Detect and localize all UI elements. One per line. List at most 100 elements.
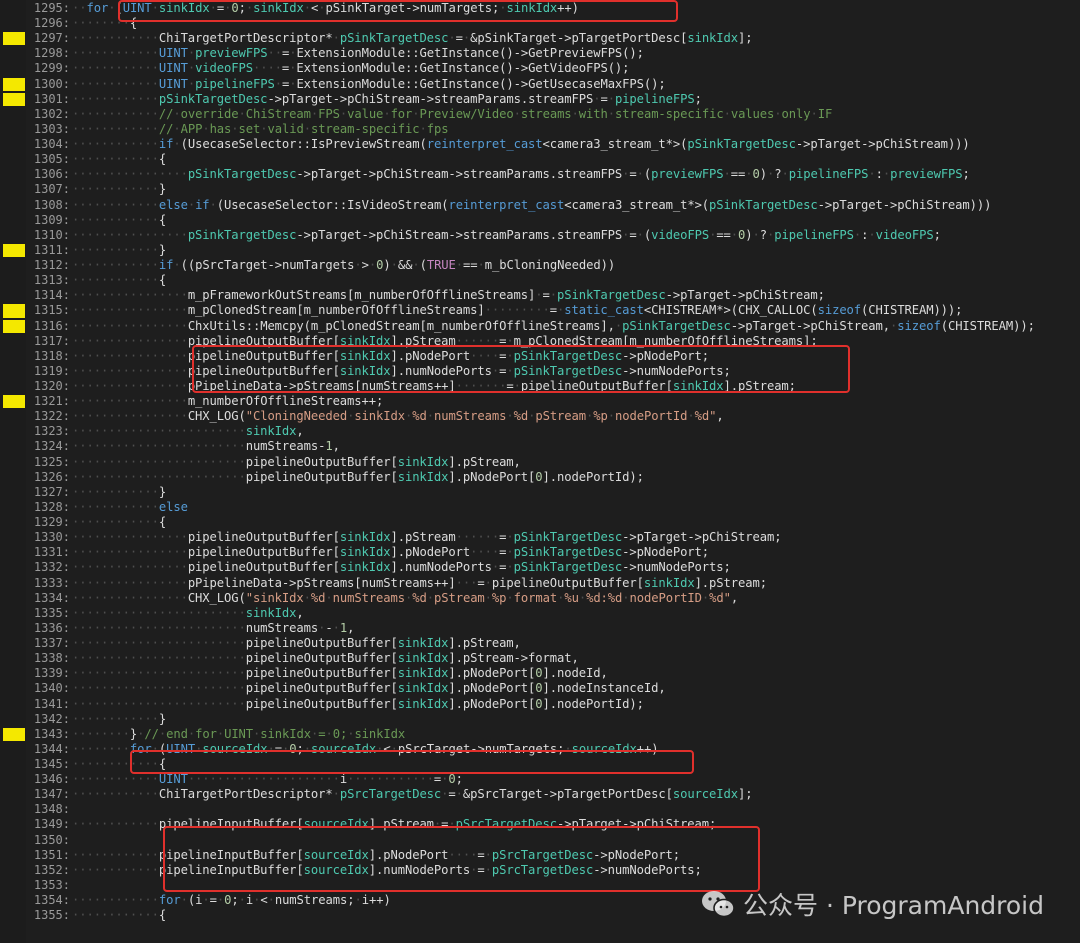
code-line[interactable]: ················CHX_LOG("CloningNeeded·s…	[72, 409, 724, 424]
line-number: 1302:	[33, 106, 70, 121]
line-number: 1301:	[33, 91, 70, 106]
code-line[interactable]: ············ChiTargetPortDescriptor*·pSr…	[72, 787, 753, 802]
line-number: 1331:	[33, 545, 70, 560]
highlight-for-sinkidx	[118, 0, 678, 22]
line-number: 1351:	[33, 847, 70, 862]
change-marker-gutter	[0, 0, 26, 943]
line-number: 1309:	[33, 212, 70, 227]
line-number: 1307:	[33, 182, 70, 197]
code-line[interactable]: ············UINT·videoFPS····=·Extension…	[72, 61, 630, 76]
code-line[interactable]: ················pSinkTargetDesc->pTarget…	[72, 167, 970, 182]
line-number: 1341:	[33, 696, 70, 711]
change-marker	[3, 32, 25, 46]
line-number: 1312:	[33, 258, 70, 273]
line-number: 1349:	[33, 817, 70, 832]
line-number: 1308:	[33, 197, 70, 212]
code-line[interactable]: ························numStreams·-·1,	[72, 621, 354, 636]
code-line[interactable]: ················pSinkTargetDesc->pTarget…	[72, 228, 941, 243]
line-number: 1345:	[33, 757, 70, 771]
code-line[interactable]: ············}	[72, 182, 166, 197]
code-line[interactable]: ························pipelineOutputBu…	[72, 470, 644, 485]
line-number: 1298:	[33, 46, 70, 61]
line-number: 1343:	[33, 726, 70, 741]
code-line[interactable]: ············{	[72, 152, 166, 167]
line-number: 1330:	[33, 530, 70, 545]
code-line[interactable]: ············}	[72, 243, 166, 258]
code-line[interactable]: ············}	[72, 485, 166, 500]
line-number: 1305:	[33, 152, 70, 167]
line-number: 1354:	[33, 893, 70, 908]
code-line[interactable]: ············{	[72, 273, 166, 288]
line-number: 1313:	[33, 273, 70, 288]
line-number: 1337:	[33, 636, 70, 651]
line-number: 1315:	[33, 303, 70, 318]
code-line[interactable]: ············}	[72, 712, 166, 727]
code-line[interactable]: ············//·override·ChiStream·FPS·va…	[72, 107, 832, 122]
line-number: 1306:	[33, 167, 70, 182]
code-line[interactable]: ············{	[72, 908, 166, 923]
line-number: 1335:	[33, 605, 70, 620]
line-number: 1325:	[33, 454, 70, 469]
highlight-pipeline-input-buffer	[163, 826, 760, 892]
code-line[interactable]: ························pipelineOutputBu…	[72, 636, 521, 651]
highlight-pipeline-output-buffer	[192, 345, 850, 393]
code-line[interactable]: ························numStreams-1,	[72, 439, 340, 454]
code-line[interactable]: ························pipelineOutputBu…	[72, 697, 644, 712]
code-line[interactable]: ············if·(UsecaseSelector::IsPrevi…	[72, 137, 970, 152]
line-number: 1353:	[33, 877, 70, 892]
code-editor[interactable]: 1295: 1296: 1297: 1298: 1299: 1300: 1301: 1302:…	[0, 0, 1080, 943]
line-number: 1355:	[33, 908, 70, 923]
code-line[interactable]: ················pipelineOutputBuffer[sin…	[72, 530, 782, 545]
code-line[interactable]: ························pipelineOutputBu…	[72, 455, 521, 470]
code-line[interactable]: ············UINT·previewFPS··=·Extension…	[72, 46, 644, 61]
code-line[interactable]: ············UINT·pipelineFPS·=·Extension…	[72, 77, 666, 92]
code-area[interactable]: ··for·(UINT·sinkIdx·=·0;·sinkIdx·<·pSink…	[72, 0, 1080, 943]
code-line[interactable]: ························pipelineOutputBu…	[72, 666, 608, 681]
code-line[interactable]: ················m_numberOfOfflineStreams…	[72, 394, 383, 409]
code-line[interactable]: ············{	[72, 213, 166, 228]
line-number: 1304:	[33, 137, 70, 152]
change-marker	[3, 395, 25, 409]
line-number: 1342:	[33, 711, 70, 726]
line-number: 1329:	[33, 515, 70, 530]
line-number: 1295:	[33, 1, 70, 15]
code-line[interactable]: ············for·(i·=·0;·i·<·numStreams;·…	[72, 893, 391, 908]
line-number: 1352:	[33, 862, 70, 877]
line-number: 1323:	[33, 424, 70, 439]
code-line[interactable]: ········}·//·end·for·UINT·sinkIdx·=·0;·s…	[72, 727, 405, 742]
line-number: 1320:	[33, 379, 70, 393]
code-line[interactable]: ············{	[72, 515, 166, 530]
code-line[interactable]: ············else	[72, 500, 188, 515]
line-number: 1310:	[33, 227, 70, 242]
code-line[interactable]: ················m_pClonedStream[m_number…	[72, 303, 962, 318]
line-number: 1324:	[33, 439, 70, 454]
code-line[interactable]: ························pipelineOutputBu…	[72, 651, 579, 666]
code-line[interactable]: ············//·APP·has·set·valid·stream-…	[72, 122, 449, 137]
code-line[interactable]: ················CHX_LOG("sinkIdx·%d·numS…	[72, 591, 738, 606]
line-number: 1339:	[33, 666, 70, 681]
highlight-for-sourceidx	[130, 750, 694, 774]
line-number: 1344:	[33, 741, 70, 756]
code-line[interactable]: ························sinkIdx,	[72, 606, 304, 621]
line-number: 1297:	[33, 31, 70, 46]
code-line[interactable]: ················m_pFrameworkOutStreams[m…	[72, 288, 825, 303]
wechat-icon	[702, 891, 735, 918]
code-line[interactable]: ············else·if·(UsecaseSelector::Is…	[72, 198, 991, 213]
line-number: 1314:	[33, 288, 70, 303]
watermark: 公众号 · ProgramAndroid	[701, 884, 1044, 924]
line-number: 1326:	[33, 469, 70, 484]
code-line[interactable]: ················pPipelineData->pStreams[…	[72, 576, 767, 591]
code-line[interactable]: ················pipelineOutputBuffer[sin…	[72, 560, 731, 575]
code-line[interactable]: ············if·((pSrcTarget->numTargets·…	[72, 258, 615, 273]
line-number: 1332:	[33, 560, 70, 575]
line-number: 1322:	[33, 409, 70, 424]
code-line[interactable]: ············pSinkTargetDesc->pTarget->pC…	[72, 92, 702, 107]
line-number: 1296:	[33, 16, 70, 31]
code-line[interactable]: ················ChxUtils::Memcpy(m_pClon…	[72, 319, 1035, 334]
code-line[interactable]: ············ChiTargetPortDescriptor*·pSi…	[72, 31, 753, 46]
code-line[interactable]: ························pipelineOutputBu…	[72, 681, 666, 696]
code-line[interactable]: ············UINT·····················i··…	[72, 772, 463, 787]
line-number: 1319:	[33, 363, 70, 378]
code-line[interactable]: ················pipelineOutputBuffer[sin…	[72, 545, 709, 560]
code-line[interactable]: ························sinkIdx,	[72, 424, 304, 439]
